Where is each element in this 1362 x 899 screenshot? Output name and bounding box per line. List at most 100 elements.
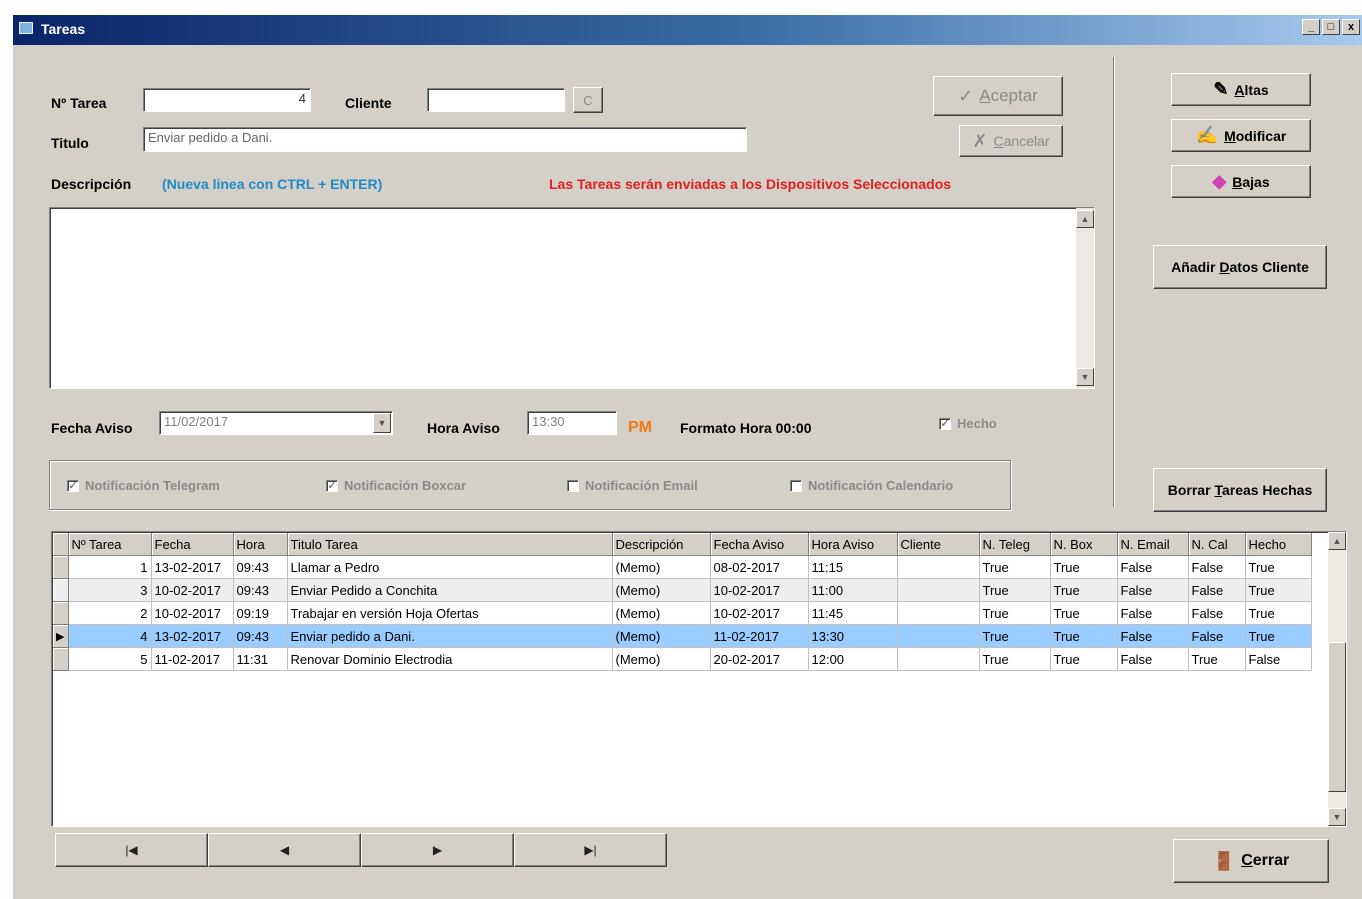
table-cell[interactable]: 11-02-2017 — [710, 624, 809, 648]
minimize-button[interactable]: _ — [1302, 19, 1320, 35]
column-header[interactable]: Titulo Tarea — [287, 533, 613, 556]
notificacion-boxcar-checkbox[interactable]: ✓ Notificación Boxcar — [326, 478, 466, 493]
table-cell[interactable]: True — [1245, 578, 1312, 602]
table-cell[interactable]: False — [1117, 624, 1189, 648]
column-header[interactable]: Hora Aviso — [808, 533, 898, 556]
column-header[interactable]: N. Teleg — [979, 533, 1051, 556]
hora-aviso-field[interactable]: 13:30 — [527, 411, 617, 435]
bajas-button[interactable]: ◆ Bajas — [1171, 165, 1311, 198]
next-record-button[interactable]: ▶ — [361, 833, 514, 867]
table-cell[interactable]: 11-02-2017 — [151, 647, 234, 671]
borrar-tareas-hechas-button[interactable]: Borrar Tareas Hechas — [1153, 468, 1327, 512]
table-cell[interactable]: True — [1050, 624, 1118, 648]
table-row[interactable]: 5 11-02-2017 11:31 Renovar Dominio Electrod… — [53, 647, 1312, 671]
row-indicator[interactable]: ▶ — [53, 624, 69, 648]
table-cell[interactable] — [897, 647, 980, 671]
table-cell[interactable]: 20-02-2017 — [710, 647, 809, 671]
cerrar-button[interactable]: 🚪 Cerrar — [1173, 839, 1329, 883]
aceptar-button[interactable]: ✓ Aceptar — [933, 76, 1063, 116]
table-cell[interactable]: True — [1245, 624, 1312, 648]
descripcion-memo[interactable]: ▲ ▼ — [49, 207, 1095, 389]
notificacion-calendario-checkbox[interactable]: Notificación Calendario — [790, 478, 953, 493]
table-cell[interactable]: (Memo) — [612, 555, 711, 579]
table-cell[interactable]: 11:00 — [808, 578, 898, 602]
table-cell[interactable]: 2 — [68, 601, 152, 625]
modificar-button[interactable]: ✍ Modificar — [1171, 119, 1311, 152]
table-cell[interactable]: False — [1117, 555, 1189, 579]
cliente-lookup-button[interactable]: C — [573, 87, 603, 113]
fecha-aviso-picker[interactable]: 11/02/2017 ▼ — [159, 411, 393, 435]
table-cell[interactable]: (Memo) — [612, 578, 711, 602]
table-cell[interactable]: 11:45 — [808, 601, 898, 625]
table-cell[interactable]: False — [1245, 647, 1312, 671]
scroll-up-arrow-icon[interactable]: ▲ — [1328, 532, 1346, 550]
tarea-field[interactable]: 4 — [143, 88, 311, 112]
table-cell[interactable]: False — [1188, 555, 1246, 579]
column-header[interactable]: N. Cal — [1188, 533, 1246, 556]
table-cell[interactable]: 13-02-2017 — [151, 624, 234, 648]
cancelar-button[interactable]: ✗ Cancelar — [959, 125, 1063, 157]
table-cell[interactable]: 09:43 — [233, 555, 288, 579]
chevron-down-icon[interactable]: ▼ — [373, 413, 391, 433]
table-cell[interactable] — [897, 578, 980, 602]
table-cell[interactable]: True — [979, 578, 1051, 602]
table-row[interactable]: 3 10-02-2017 09:43 Enviar Pedido a Conchita… — [53, 578, 1312, 602]
hecho-checkbox[interactable]: ✓ Hecho — [939, 416, 997, 431]
column-header[interactable]: Nº Tarea — [68, 533, 152, 556]
cliente-field[interactable] — [427, 88, 565, 112]
table-cell[interactable]: True — [979, 555, 1051, 579]
notificacion-email-checkbox[interactable]: Notificación Email — [567, 478, 698, 493]
notificacion-telegram-checkbox[interactable]: ✓ Notificación Telegram — [67, 478, 220, 493]
table-cell[interactable]: 10-02-2017 — [151, 601, 234, 625]
table-cell[interactable]: 5 — [68, 647, 152, 671]
table-cell[interactable]: 09:19 — [233, 601, 288, 625]
column-header[interactable]: Hora — [233, 533, 288, 556]
table-cell[interactable]: False — [1188, 601, 1246, 625]
grid-scrollbar[interactable]: ▲ ▼ — [1328, 532, 1346, 826]
table-cell[interactable]: True — [1188, 647, 1246, 671]
table-cell[interactable]: Renovar Dominio Electrodia — [287, 647, 613, 671]
table-cell[interactable]: 1 — [68, 555, 152, 579]
table-cell[interactable]: True — [979, 624, 1051, 648]
table-cell[interactable]: True — [1245, 601, 1312, 625]
table-cell[interactable]: True — [1050, 601, 1118, 625]
table-cell[interactable]: True — [1050, 578, 1118, 602]
scroll-up-arrow-icon[interactable]: ▲ — [1076, 210, 1094, 228]
table-cell[interactable]: 10-02-2017 — [710, 578, 809, 602]
table-cell[interactable]: False — [1117, 647, 1189, 671]
first-record-button[interactable]: |◀ — [55, 833, 208, 867]
table-cell[interactable]: True — [1050, 555, 1118, 579]
table-cell[interactable]: 4 — [68, 624, 152, 648]
table-cell[interactable]: True — [1050, 647, 1118, 671]
table-cell[interactable]: 11:31 — [233, 647, 288, 671]
table-cell[interactable]: 10-02-2017 — [151, 578, 234, 602]
maximize-button[interactable]: □ — [1322, 19, 1340, 35]
column-header[interactable]: Hecho — [1245, 533, 1312, 556]
title-bar[interactable]: Tareas _ □ x — [13, 15, 1362, 45]
table-row[interactable]: 2 10-02-2017 09:19 Trabajar en versión Hoja… — [53, 601, 1312, 625]
table-cell[interactable]: 10-02-2017 — [710, 601, 809, 625]
table-cell[interactable]: 3 — [68, 578, 152, 602]
table-row[interactable]: 1 13-02-2017 09:43 Llamar a Pedro (Memo) 08-0… — [53, 555, 1312, 579]
row-indicator[interactable] — [53, 578, 69, 602]
table-cell[interactable]: 13:30 — [808, 624, 898, 648]
table-row[interactable]: ▶ 4 13-02-2017 09:43 Enviar pedido a Dani. (M… — [53, 624, 1312, 648]
table-cell[interactable]: 09:43 — [233, 624, 288, 648]
table-cell[interactable]: (Memo) — [612, 647, 711, 671]
table-cell[interactable] — [897, 555, 980, 579]
table-cell[interactable]: 08-02-2017 — [710, 555, 809, 579]
prior-record-button[interactable]: ◀ — [208, 833, 361, 867]
table-cell[interactable]: True — [1245, 555, 1312, 579]
table-cell[interactable]: Enviar pedido a Dani. — [287, 624, 613, 648]
table-cell[interactable]: False — [1117, 601, 1189, 625]
table-cell[interactable]: 09:43 — [233, 578, 288, 602]
table-cell[interactable]: 12:00 — [808, 647, 898, 671]
table-cell[interactable] — [897, 601, 980, 625]
scroll-down-arrow-icon[interactable]: ▼ — [1328, 808, 1346, 826]
column-header[interactable]: N. Box — [1050, 533, 1118, 556]
table-cell[interactable]: (Memo) — [612, 601, 711, 625]
altas-button[interactable]: ✎ Altas — [1171, 73, 1311, 106]
column-header[interactable]: Descripción — [612, 533, 711, 556]
table-cell[interactable]: Enviar Pedido a Conchita — [287, 578, 613, 602]
table-cell[interactable]: True — [979, 601, 1051, 625]
